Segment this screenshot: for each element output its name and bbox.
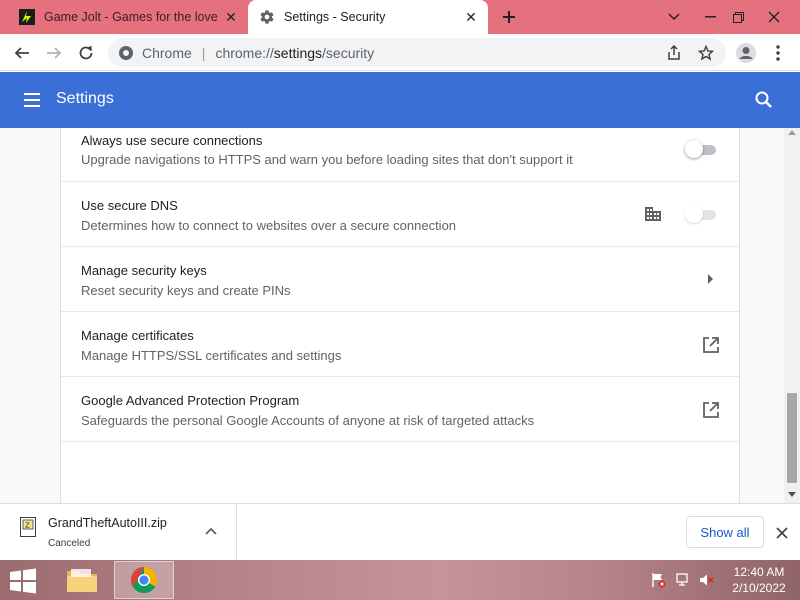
- windows-start-icon[interactable]: [6, 568, 40, 594]
- tab-settings-security[interactable]: Settings - Security ✕: [248, 0, 488, 34]
- back-button[interactable]: [8, 39, 36, 67]
- row-title: Always use secure connections: [81, 133, 263, 148]
- chevron-up-icon[interactable]: [204, 526, 218, 536]
- row-manage-certificates[interactable]: Manage certificates Manage HTTPS/SSL cer…: [61, 312, 739, 377]
- plus-icon: [503, 11, 515, 23]
- volume-muted-icon[interactable]: [698, 572, 714, 588]
- page-scrollbar[interactable]: [784, 128, 800, 503]
- tab-game-jolt[interactable]: Game Jolt - Games for the love o ✕: [8, 0, 248, 34]
- secure-dns-toggle[interactable]: [685, 205, 719, 223]
- windows-taskbar: 12:40 AM 2/10/2022: [0, 560, 800, 600]
- chrome-icon: [130, 566, 158, 594]
- restore-button[interactable]: [720, 0, 756, 34]
- show-all-button[interactable]: Show all: [686, 516, 764, 548]
- row-title: Google Advanced Protection Program: [81, 393, 300, 408]
- close-window-button[interactable]: [756, 0, 792, 34]
- reload-button[interactable]: [72, 39, 100, 67]
- scrollbar-thumb[interactable]: [787, 393, 797, 483]
- hamburger-menu-icon[interactable]: [22, 90, 44, 110]
- download-shelf: Z GrandTheftAutoIII.zip Canceled Show al…: [0, 503, 800, 560]
- close-shelf-icon[interactable]: [772, 523, 792, 543]
- gamejolt-icon: [18, 8, 36, 26]
- download-item[interactable]: Z GrandTheftAutoIII.zip Canceled: [0, 504, 237, 560]
- menu-button[interactable]: [764, 39, 792, 67]
- security-card: Always use secure connections Upgrade na…: [60, 128, 740, 503]
- row-secure-dns[interactable]: Use secure DNS Determines how to connect…: [61, 182, 739, 247]
- row-title: Manage security keys: [81, 263, 207, 278]
- row-advanced-protection[interactable]: Google Advanced Protection Program Safeg…: [61, 377, 739, 442]
- folder-icon: [67, 569, 97, 592]
- row-subtitle: Upgrade navigations to HTTPS and warn yo…: [81, 152, 573, 167]
- more-vert-icon: [776, 45, 780, 61]
- address-bar[interactable]: Chrome | chrome://settings/security: [108, 38, 726, 67]
- arrow-left-icon: [14, 47, 29, 59]
- tab-title: Game Jolt - Games for the love o: [44, 10, 220, 24]
- arrow-right-icon: [47, 47, 62, 59]
- reload-icon: [79, 45, 93, 60]
- row-subtitle: Manage HTTPS/SSL certificates and settin…: [81, 348, 342, 363]
- settings-content: Always use secure connections Upgrade na…: [0, 128, 800, 503]
- url-text: chrome://settings/security: [215, 44, 375, 61]
- row-subtitle: Safeguards the personal Google Accounts …: [81, 413, 535, 428]
- close-tab-icon[interactable]: ✕: [220, 6, 242, 28]
- settings-title: Settings: [56, 90, 114, 107]
- new-tab-button[interactable]: [496, 4, 522, 30]
- tab-strip: Game Jolt - Games for the love o ✕ Setti…: [0, 0, 800, 34]
- arrow-right-icon[interactable]: [701, 269, 721, 289]
- share-button[interactable]: [660, 39, 688, 67]
- row-title: Use secure DNS: [81, 198, 178, 213]
- bookmark-button[interactable]: [692, 39, 720, 67]
- browser-toolbar: Chrome | chrome://settings/security: [0, 34, 800, 71]
- secure-connections-toggle[interactable]: [685, 140, 719, 158]
- close-tab-icon[interactable]: ✕: [460, 6, 482, 28]
- scroll-up-arrow-icon[interactable]: [788, 130, 796, 135]
- system-clock[interactable]: 12:40 AM 2/10/2022: [724, 564, 794, 596]
- search-icon[interactable]: [752, 88, 776, 112]
- settings-header: Settings: [0, 72, 800, 128]
- chrome-taskbar-button[interactable]: [114, 561, 174, 599]
- download-file-name: GrandTheftAutoIII.zip: [48, 516, 167, 530]
- zip-file-icon: Z: [20, 517, 36, 537]
- row-subtitle: Reset security keys and create PINs: [81, 283, 291, 298]
- gear-icon: [258, 8, 276, 26]
- forward-button[interactable]: [40, 39, 68, 67]
- row-subtitle: Determines how to connect to websites ov…: [81, 218, 457, 233]
- share-icon: [668, 45, 680, 60]
- svg-text:Z: Z: [25, 522, 30, 530]
- star-icon: [698, 45, 714, 61]
- scroll-down-arrow-icon[interactable]: [788, 492, 796, 497]
- row-security-keys[interactable]: Manage security keys Reset security keys…: [61, 247, 739, 312]
- download-status: Canceled: [48, 538, 91, 549]
- clock-time: 12:40 AM: [733, 565, 785, 579]
- network-icon[interactable]: [675, 572, 691, 588]
- avatar-icon: [736, 43, 756, 63]
- clock-date: 2/10/2022: [732, 581, 786, 595]
- action-center-flag-icon[interactable]: [650, 572, 666, 588]
- building-icon: [645, 207, 661, 221]
- tab-search-chevron-icon[interactable]: [656, 0, 692, 34]
- profile-button[interactable]: [732, 39, 760, 67]
- open-in-new-icon[interactable]: [701, 400, 721, 420]
- tab-title: Settings - Security: [284, 10, 386, 24]
- chrome-site-icon: [119, 45, 133, 60]
- omnibox-separator: |: [201, 44, 206, 61]
- site-label: Chrome: [142, 44, 192, 61]
- row-title: Manage certificates: [81, 328, 194, 343]
- open-in-new-icon[interactable]: [701, 335, 721, 355]
- file-explorer-taskbar-button[interactable]: [52, 561, 112, 599]
- row-secure-connections[interactable]: Always use secure connections Upgrade na…: [61, 128, 739, 182]
